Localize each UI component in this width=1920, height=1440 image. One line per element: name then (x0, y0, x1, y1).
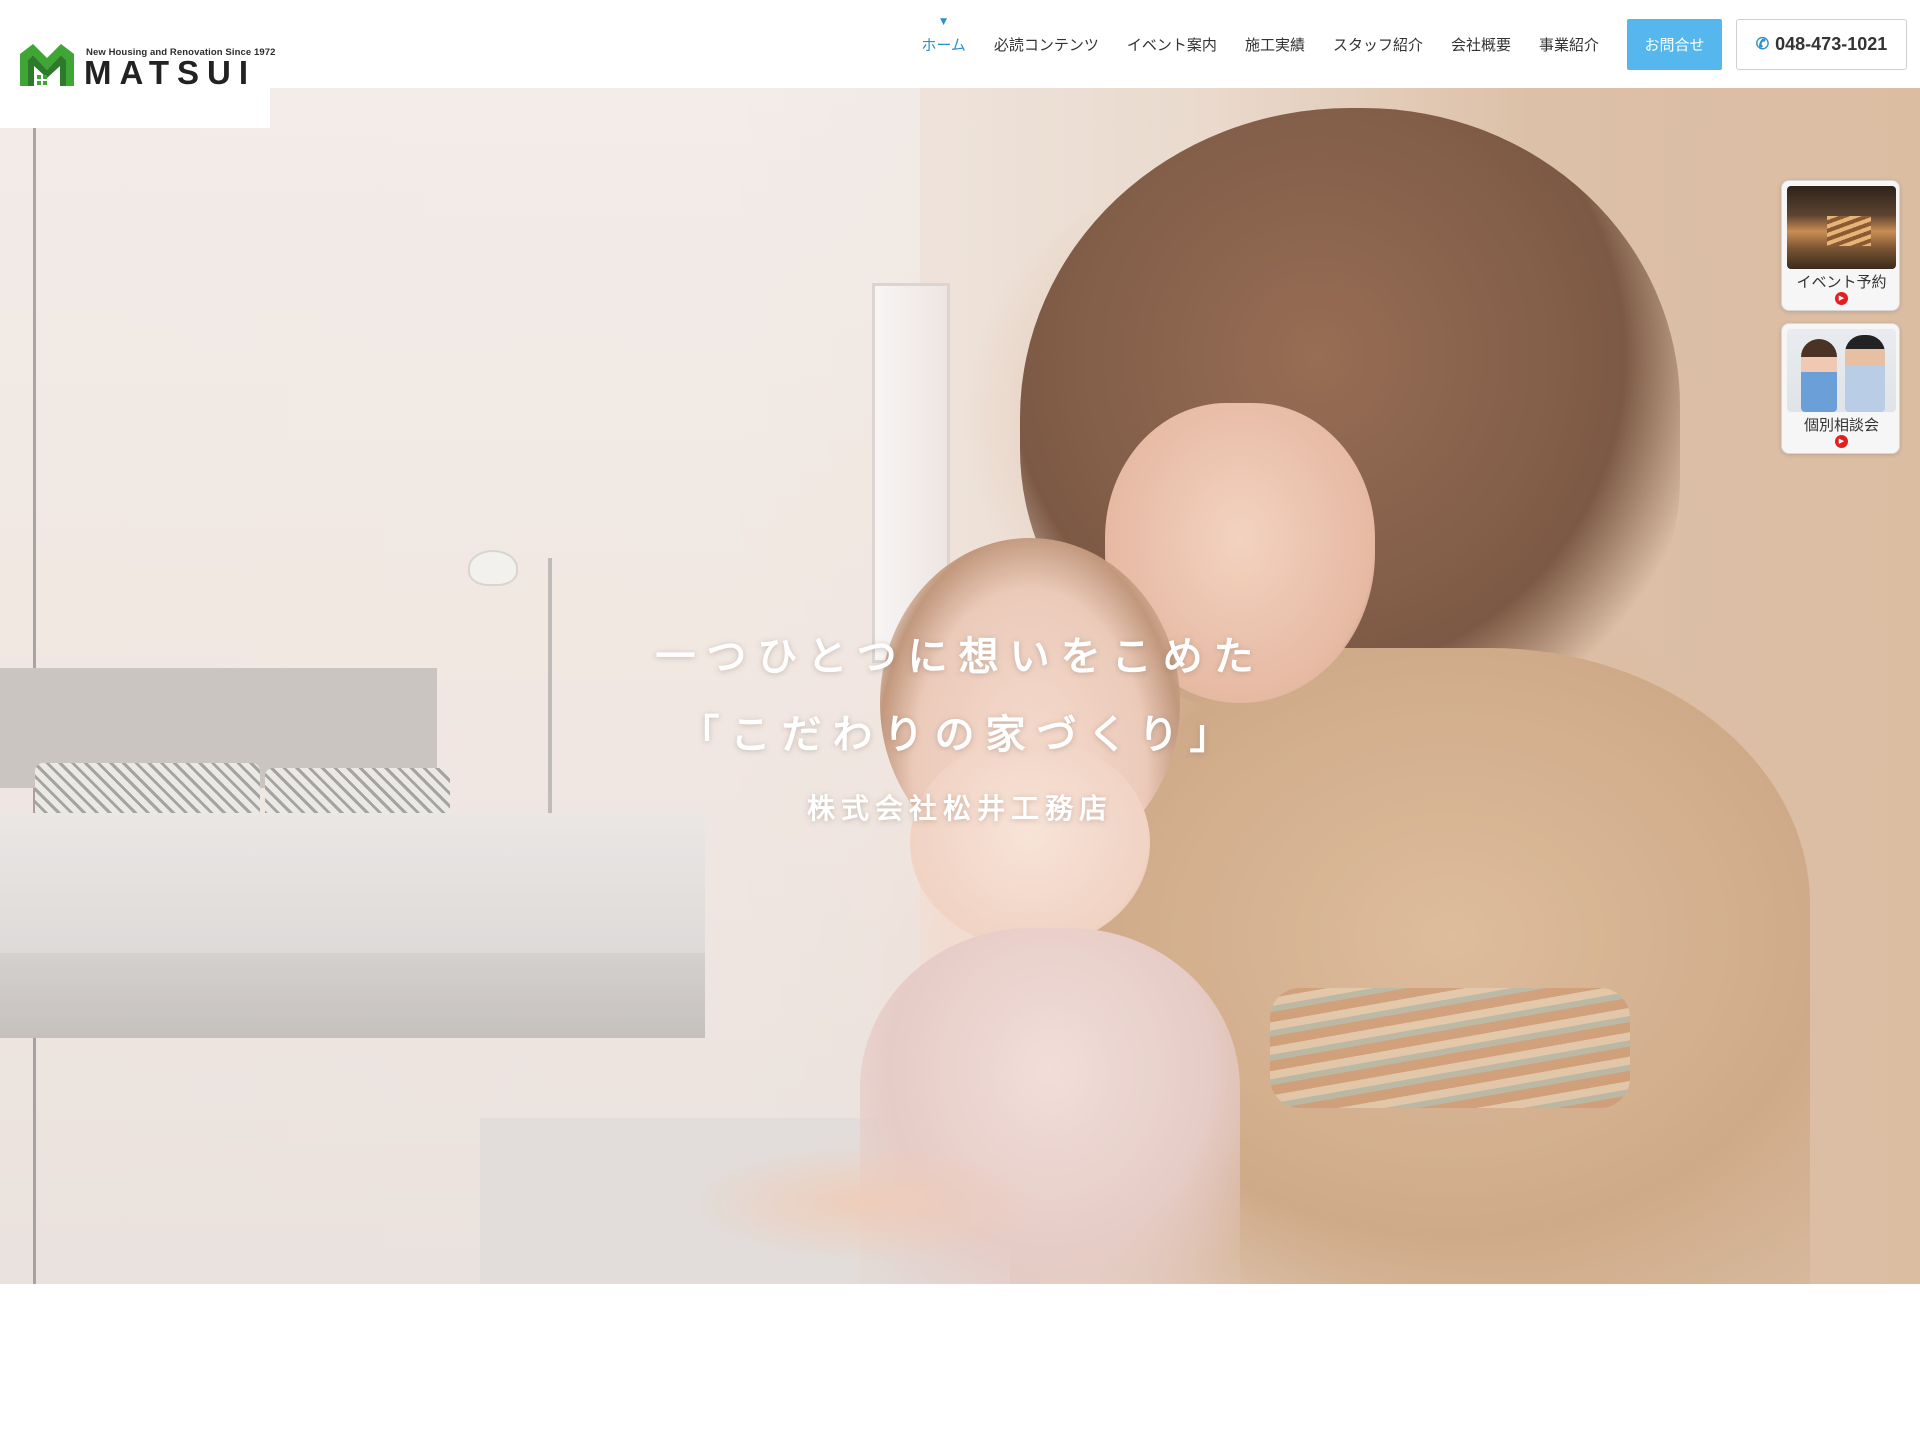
nav-item-must-read[interactable]: 必読コンテンツ (994, 34, 1099, 55)
event-reservation-label: イベント予約 (1796, 273, 1887, 291)
hero-copy: 一つひとつに想いをこめた 「こだわりの家づくり」 株式会社松井工務店 (0, 618, 1920, 844)
nav-item-company[interactable]: 会社概要 (1451, 34, 1511, 55)
hero-headline-2: 「こだわりの家づくり」 (679, 712, 1241, 758)
nav-item-label: イベント案内 (1126, 35, 1217, 54)
play-icon: ▶ (1835, 292, 1848, 305)
nav-item-label: 会社概要 (1450, 35, 1511, 54)
event-reservation-card[interactable]: イベント予約 ▶ (1781, 180, 1900, 311)
play-icon: ▶ (1835, 435, 1848, 448)
nav-item-home[interactable]: ▼ ホーム (921, 17, 966, 55)
site-header: ▼ ホーム 必読コンテンツ イベント案内 施工実績 スタッフ紹介 会社概要 事業… (0, 0, 1920, 88)
nav-item-events[interactable]: イベント案内 (1127, 34, 1217, 55)
global-nav: ▼ ホーム 必読コンテンツ イベント案内 施工実績 スタッフ紹介 会社概要 事業… (893, 0, 1920, 88)
logo-house-icon (20, 44, 74, 86)
staff-photo (1845, 335, 1885, 412)
nav-item-label: ホーム (921, 35, 966, 54)
nav-item-staff[interactable]: スタッフ紹介 (1333, 34, 1423, 55)
hero-headline-1: 一つひとつに想いをこめた (655, 634, 1265, 680)
contact-button-label: お問合せ (1644, 35, 1705, 54)
nav-item-label: スタッフ紹介 (1332, 35, 1423, 54)
contact-button[interactable]: お問合せ (1627, 18, 1722, 70)
logo-wordmark: MATSUI (84, 54, 257, 91)
nav-item-label: 事業紹介 (1538, 35, 1599, 54)
hero-company-name: 株式会社松井工務店 (806, 792, 1113, 825)
nav-item-works[interactable]: 施工実績 (1245, 34, 1305, 55)
hero-section: 一つひとつに想いをこめた 「こだわりの家づくり」 株式会社松井工務店 (0, 88, 1920, 1284)
staff-photo (1801, 339, 1837, 412)
consultation-card[interactable]: 個別相談会 ▶ (1781, 323, 1900, 454)
logo[interactable]: New Housing and Renovation Since 1972 MA… (0, 0, 275, 128)
staff-thumbnail (1787, 329, 1896, 412)
phone-icon: ✆ (1755, 36, 1770, 53)
event-thumbnail (1787, 186, 1896, 269)
consultation-label: 個別相談会 (1803, 416, 1879, 434)
active-caret-icon: ▼ (940, 16, 948, 27)
nav-item-business[interactable]: 事業紹介 (1539, 34, 1599, 55)
nav-item-label: 必読コンテンツ (993, 35, 1099, 54)
phone-button[interactable]: ✆ 048-473-1021 (1736, 18, 1907, 70)
phone-number: 048-473-1021 (1775, 33, 1888, 54)
nav-item-label: 施工実績 (1244, 35, 1305, 54)
